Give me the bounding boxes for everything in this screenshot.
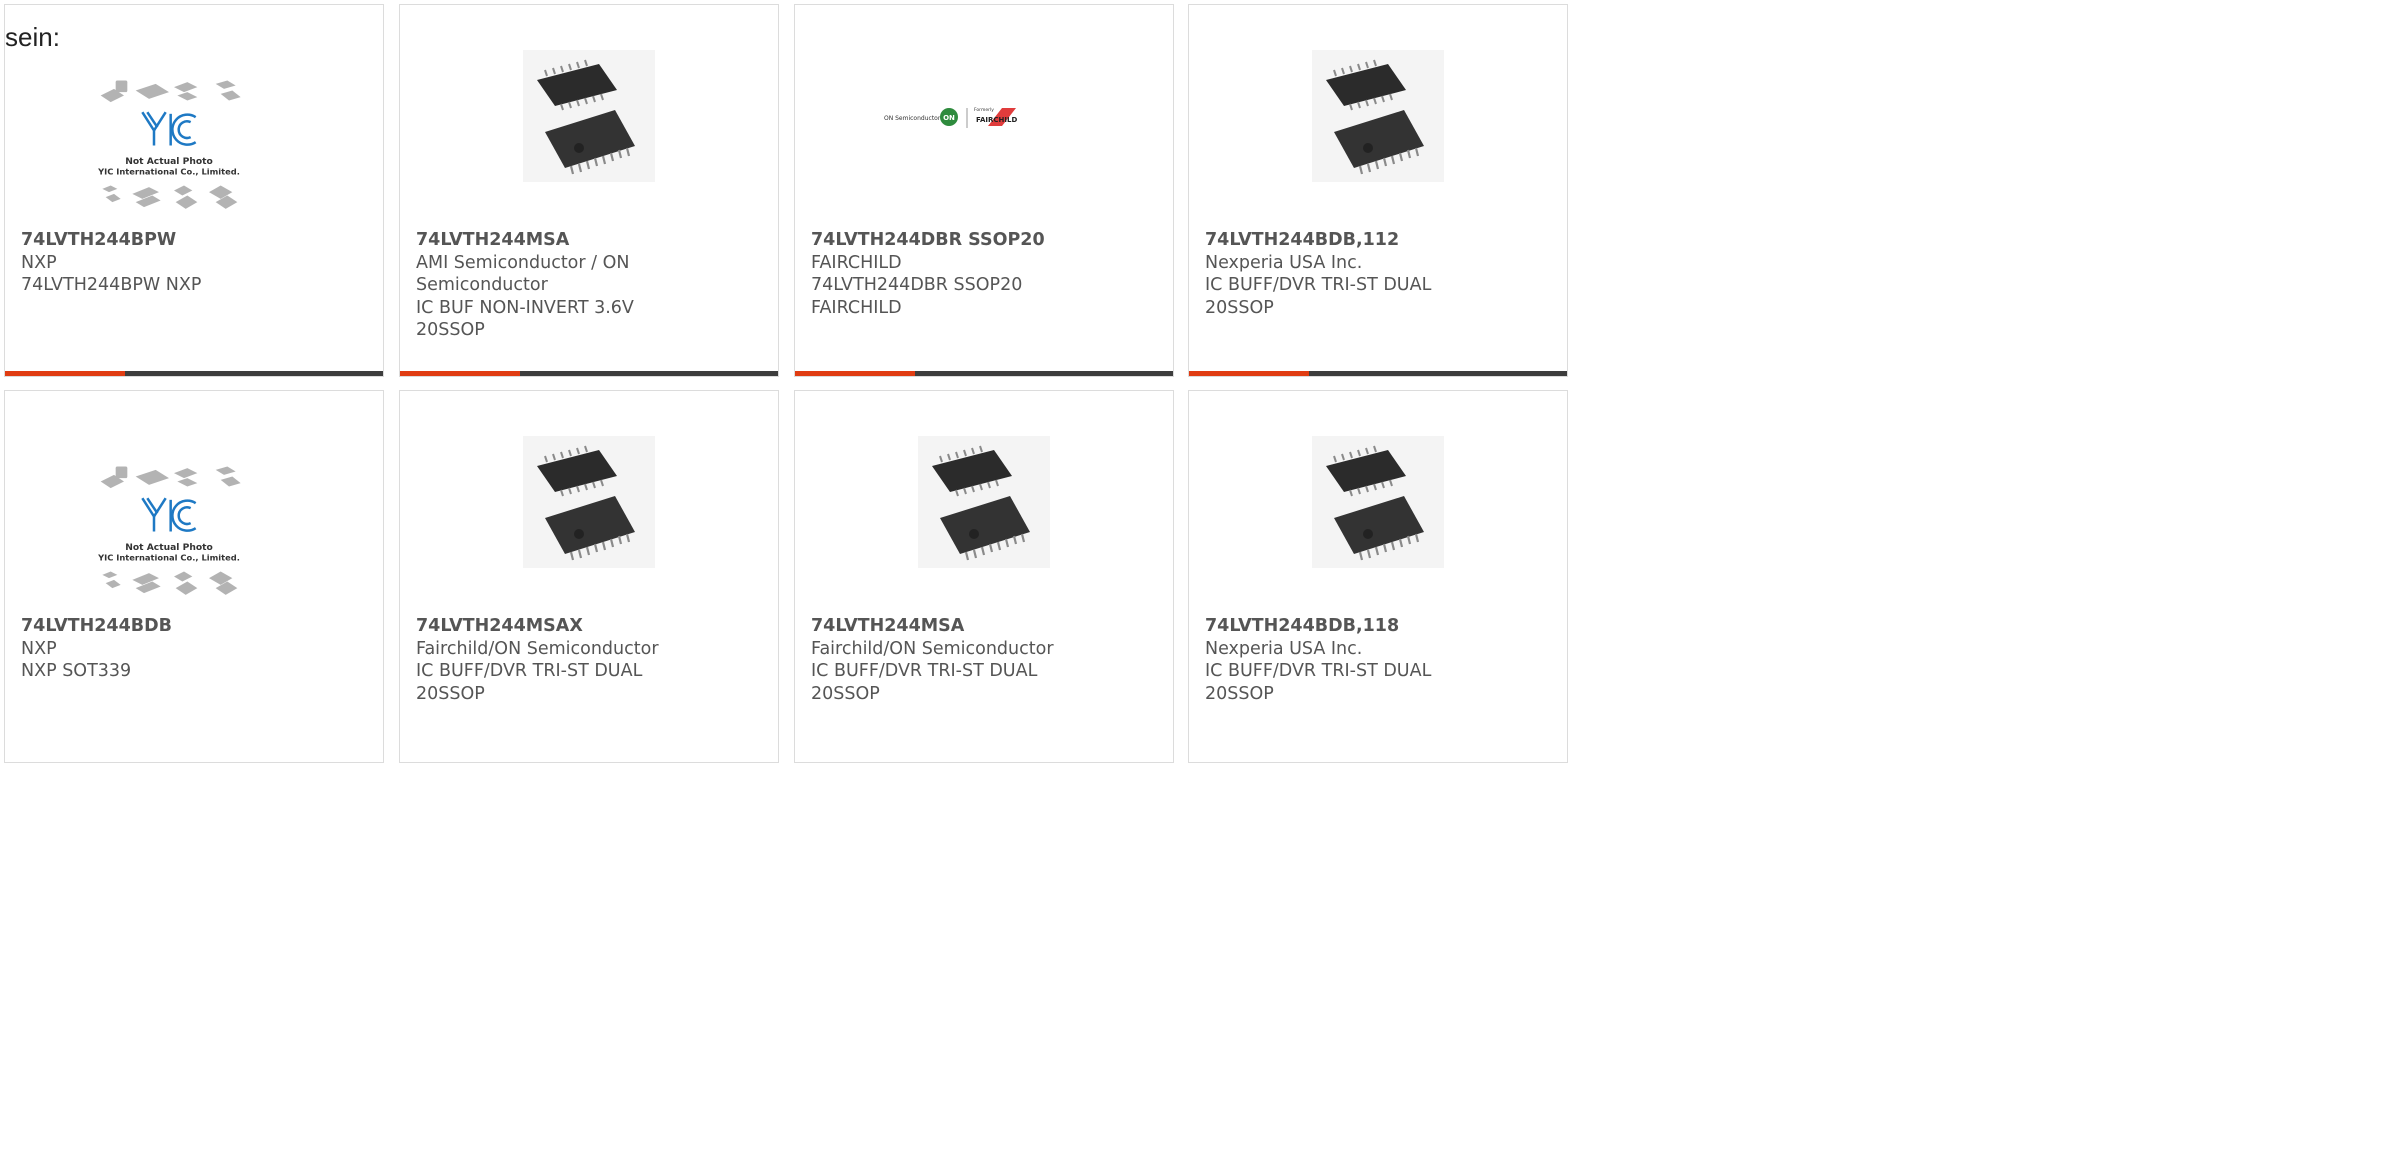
yic-caption-line2: YIC International Co., Limited. bbox=[97, 167, 240, 177]
ssop-chip-image bbox=[1312, 436, 1444, 568]
product-card[interactable]: Not Actual Photo YIC International Co., … bbox=[4, 390, 384, 763]
product-info: 74LVTH244MSA Fairchild/ON Semiconductor … bbox=[811, 615, 1056, 705]
product-info: 74LVTH244BDB,112 Nexperia USA Inc. IC BU… bbox=[1205, 229, 1450, 319]
ssop-chip-image bbox=[918, 436, 1050, 568]
product-info: 74LVTH244DBR SSOP20 FAIRCHILD 74LVTH244D… bbox=[811, 229, 1056, 319]
on-text: ON bbox=[943, 114, 955, 122]
product-info: 74LVTH244BDB NXP NXP SOT339 bbox=[21, 615, 266, 683]
part-number[interactable]: 74LVTH244BDB bbox=[21, 615, 266, 638]
part-number[interactable]: 74LVTH244MSAX bbox=[416, 615, 661, 638]
part-number[interactable]: 74LVTH244BPW bbox=[21, 229, 266, 252]
product-card[interactable]: ON Semiconductor ON Formerly FAIRCHILD 7… bbox=[794, 4, 1174, 377]
product-card[interactable]: 74LVTH244MSA AMI Semiconductor / ON Semi… bbox=[399, 4, 779, 377]
on-fairchild-logo-image: ON Semiconductor ON Formerly FAIRCHILD bbox=[884, 107, 1017, 128]
description: NXP SOT339 bbox=[21, 661, 132, 681]
manufacturer: NXP bbox=[21, 252, 57, 273]
card-accent-bar bbox=[400, 371, 778, 376]
page-heading: sein: bbox=[5, 22, 60, 52]
description: 74LVTH244BPW NXP bbox=[21, 275, 202, 295]
yic-caption-line1: Not Actual Photo bbox=[125, 542, 213, 553]
product-info: 74LVTH244BDB,118 Nexperia USA Inc. IC BU… bbox=[1205, 615, 1450, 705]
product-card[interactable]: 74LVTH244MSA Fairchild/ON Semiconductor … bbox=[794, 390, 1174, 763]
description: IC BUFF/DVR TRI-ST DUAL 20SSOP bbox=[416, 661, 643, 704]
yic-placeholder-image: Not Actual Photo YIC International Co., … bbox=[97, 466, 241, 595]
product-card[interactable]: 74LVTH244MSAX Fairchild/ON Semiconductor… bbox=[399, 390, 779, 763]
yic-caption-line1: Not Actual Photo bbox=[125, 156, 213, 167]
manufacturer: Fairchild/ON Semiconductor bbox=[416, 638, 659, 659]
part-number[interactable]: 74LVTH244BDB,118 bbox=[1205, 615, 1450, 638]
card-accent-bar bbox=[795, 371, 1173, 376]
description: 74LVTH244DBR SSOP20 FAIRCHILD bbox=[811, 275, 1023, 318]
description: IC BUFF/DVR TRI-ST DUAL 20SSOP bbox=[1205, 275, 1432, 318]
description: IC BUFF/DVR TRI-ST DUAL 20SSOP bbox=[811, 661, 1038, 704]
ssop-chip-image bbox=[523, 50, 655, 182]
card-accent-bar bbox=[1189, 371, 1567, 376]
manufacturer: Nexperia USA Inc. bbox=[1205, 252, 1363, 273]
product-info: 74LVTH244BPW NXP 74LVTH244BPW NXP bbox=[21, 229, 266, 297]
manufacturer: AMI Semiconductor / ON Semiconductor bbox=[416, 252, 630, 296]
part-number[interactable]: 74LVTH244DBR SSOP20 bbox=[811, 229, 1056, 252]
on-semi-text: ON Semiconductor bbox=[884, 115, 941, 122]
yic-caption-line2: YIC International Co., Limited. bbox=[97, 553, 240, 563]
product-card[interactable]: Not Actual Photo YIC International Co., … bbox=[4, 4, 384, 377]
card-accent-bar bbox=[5, 371, 383, 376]
product-grid: Not Actual Photo YIC International Co., … bbox=[0, 0, 1568, 763]
formerly-text: Formerly bbox=[974, 107, 994, 113]
product-card[interactable]: 74LVTH244BDB,118 Nexperia USA Inc. IC BU… bbox=[1188, 390, 1568, 763]
part-number[interactable]: 74LVTH244BDB,112 bbox=[1205, 229, 1450, 252]
ssop-chip-image bbox=[1312, 50, 1444, 182]
description: IC BUF NON-INVERT 3.6V 20SSOP bbox=[416, 297, 634, 341]
product-info: 74LVTH244MSA AMI Semiconductor / ON Semi… bbox=[416, 229, 661, 342]
fairchild-text: FAIRCHILD bbox=[976, 116, 1017, 124]
manufacturer: Nexperia USA Inc. bbox=[1205, 638, 1363, 659]
part-number[interactable]: 74LVTH244MSA bbox=[811, 615, 1056, 638]
product-card[interactable]: 74LVTH244BDB,112 Nexperia USA Inc. IC BU… bbox=[1188, 4, 1568, 377]
manufacturer: Fairchild/ON Semiconductor bbox=[811, 638, 1054, 659]
product-info: 74LVTH244MSAX Fairchild/ON Semiconductor… bbox=[416, 615, 661, 705]
ssop-chip-image bbox=[523, 436, 655, 568]
part-number[interactable]: 74LVTH244MSA bbox=[416, 229, 661, 252]
yic-placeholder-image: Not Actual Photo YIC International Co., … bbox=[97, 80, 241, 209]
manufacturer: NXP bbox=[21, 638, 57, 659]
manufacturer: FAIRCHILD bbox=[811, 252, 902, 273]
description: IC BUFF/DVR TRI-ST DUAL 20SSOP bbox=[1205, 661, 1432, 704]
